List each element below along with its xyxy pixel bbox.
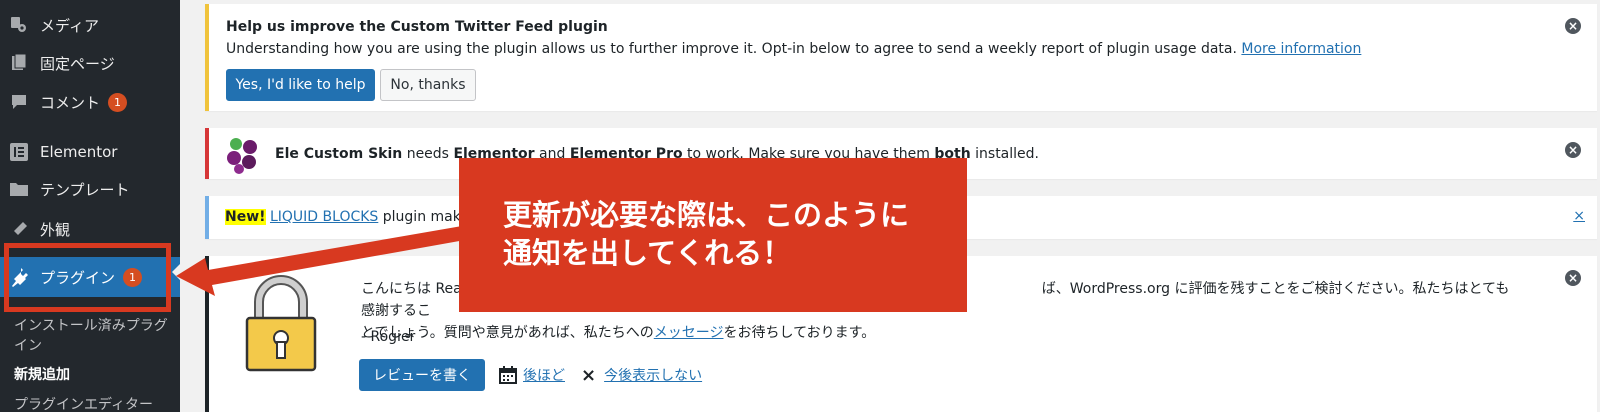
menu-item-pages[interactable]: 固定ページ xyxy=(0,45,180,81)
message-line1-start: こんにちは Rea xyxy=(361,281,462,297)
menu-item-media[interactable]: メディア xyxy=(0,7,180,43)
dismiss-icon[interactable]: × xyxy=(1565,142,1581,158)
review-actions: レビューを書く 後ほど × 今後表示しない xyxy=(359,359,702,391)
menu-label: メディア xyxy=(40,16,99,35)
highlight-box xyxy=(4,243,171,312)
dismiss-icon[interactable]: × xyxy=(1565,270,1581,286)
submenu-plugin-editor[interactable]: プラグインエディター xyxy=(14,395,174,412)
close-icon[interactable]: × xyxy=(1573,208,1585,224)
callout-line2: 通知を出してくれる！ xyxy=(503,236,792,270)
never-show-link[interactable]: 今後表示しない xyxy=(604,365,702,385)
menu-item-comments[interactable]: コメント 1 xyxy=(0,84,180,120)
yes-help-button[interactable]: Yes, I'd like to help xyxy=(226,69,375,101)
plugin-name: Ele Custom Skin xyxy=(275,146,403,162)
notice-message: New! LIQUID BLOCKS plugin make xyxy=(225,209,469,225)
elementor-icon xyxy=(9,142,29,162)
notice-twitter-feed: Help us improve the Custom Twitter Feed … xyxy=(205,4,1597,111)
new-tag: New! xyxy=(225,209,266,225)
notice-description: Understanding how you are using the plug… xyxy=(226,41,1361,57)
comment-count-badge: 1 xyxy=(108,92,128,112)
menu-item-appearance[interactable]: 外観 xyxy=(0,220,180,240)
media-icon xyxy=(9,15,29,35)
notice-text: plugin make xyxy=(378,209,469,225)
submenu-installed-plugins[interactable]: インストール済みプラグイン xyxy=(14,316,174,356)
message-link[interactable]: メッセージ xyxy=(654,325,724,341)
ele-custom-skin-logo xyxy=(227,138,257,174)
menu-item-elementor[interactable]: Elementor xyxy=(0,134,180,170)
appearance-icon xyxy=(9,220,29,240)
padlock-icon xyxy=(245,275,317,372)
comments-icon xyxy=(9,92,29,112)
no-thanks-button[interactable]: No, thanks xyxy=(380,69,476,101)
menu-label: Elementor xyxy=(40,143,118,161)
callout-line1: 更新が必要な際は、このように xyxy=(503,198,910,232)
more-information-link[interactable]: More information xyxy=(1241,41,1361,57)
submenu-add-new[interactable]: 新規追加 xyxy=(14,365,174,385)
message-line2-end: をお待ちしております。 xyxy=(723,325,876,341)
active-menu-pointer xyxy=(172,262,182,282)
callout-annotation: 更新が必要な際は、このように 通知を出してくれる！ xyxy=(459,158,967,312)
dismiss-icon[interactable]: × xyxy=(1565,18,1581,34)
remind-later-link[interactable]: 後ほど xyxy=(523,365,565,385)
menu-label: テンプレート xyxy=(40,180,130,199)
calendar-icon xyxy=(499,366,517,384)
text-installed: installed. xyxy=(970,146,1039,162)
menu-label: コメント xyxy=(40,93,101,112)
menu-label: 固定ページ xyxy=(40,54,115,73)
callout-text: 更新が必要な際は、このように 通知を出してくれる！ xyxy=(503,196,909,272)
menu-label: 外観 xyxy=(40,221,71,239)
admin-sidebar: メディア 固定ページ コメント 1 Elementor テンプレート 外観 プラ… xyxy=(0,0,182,412)
liquid-blocks-link[interactable]: LIQUID BLOCKS xyxy=(270,209,378,225)
signature: - Rogier xyxy=(361,329,416,345)
templates-icon xyxy=(9,179,29,199)
menu-item-templates[interactable]: テンプレート xyxy=(0,171,180,207)
close-icon: × xyxy=(581,364,597,386)
text-needs: needs xyxy=(402,146,454,162)
notice-desc-text: Understanding how you are using the plug… xyxy=(226,41,1237,57)
pages-icon xyxy=(9,53,29,73)
write-review-button[interactable]: レビューを書く xyxy=(359,359,485,391)
notice-title: Help us improve the Custom Twitter Feed … xyxy=(226,19,608,35)
